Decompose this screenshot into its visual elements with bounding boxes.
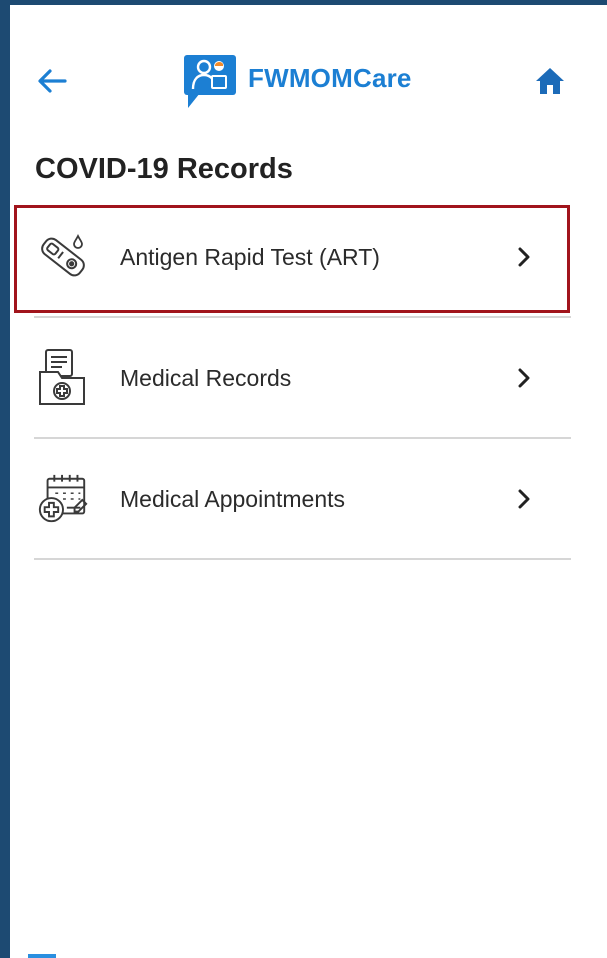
- menu-item-label: Antigen Rapid Test (ART): [120, 243, 380, 270]
- menu-item-antigen-rapid-test[interactable]: Antigen Rapid Test (ART): [34, 197, 571, 317]
- fwmomcare-logo-icon: [184, 55, 236, 108]
- medical-appointment-calendar-icon: [36, 470, 90, 528]
- chevron-right-icon: [513, 246, 535, 268]
- chevron-right-icon: [513, 488, 535, 510]
- menu-item-label: Medical Appointments: [120, 485, 346, 512]
- test-kit-icon: [36, 228, 90, 286]
- menu-item-label: Medical Records: [120, 364, 292, 391]
- home-button[interactable]: [530, 61, 570, 101]
- back-button[interactable]: [32, 63, 72, 99]
- device-frame: FWMOMCare COVID-19 Records Antigen Rapid…: [0, 0, 607, 958]
- brand-name: FWMOMCare: [248, 62, 412, 93]
- menu-item-medical-appointments[interactable]: Medical Appointments: [34, 439, 571, 559]
- arrow-left-icon: [38, 69, 67, 93]
- menu-item-medical-records[interactable]: Medical Records: [34, 318, 571, 438]
- home-icon: [536, 68, 564, 94]
- page-title: COVID-19 Records: [35, 153, 293, 185]
- brand: FWMOMCare: [182, 51, 412, 111]
- medical-records-icon: [36, 349, 90, 407]
- chevron-right-icon: [513, 367, 535, 389]
- divider: [34, 558, 571, 560]
- app-header: FWMOMCare: [10, 5, 607, 135]
- bottom-accent: [28, 954, 56, 958]
- app-screen: FWMOMCare COVID-19 Records Antigen Rapid…: [10, 5, 607, 958]
